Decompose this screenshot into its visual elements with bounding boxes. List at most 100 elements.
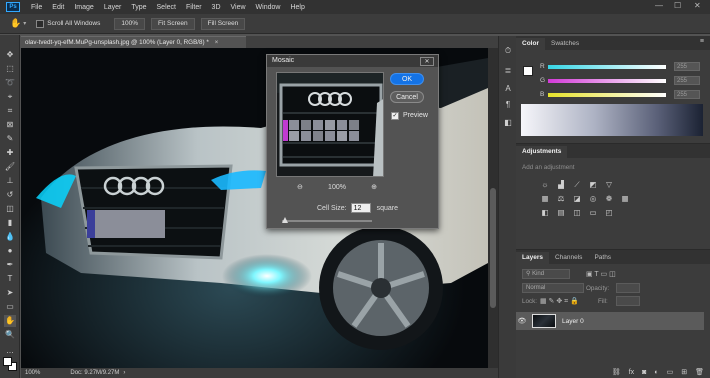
menu-view[interactable]: View [226,4,251,11]
levels-icon[interactable]: ▟ [556,180,566,189]
new-layer-icon[interactable]: ⊞ [681,368,687,376]
zoom-100-button[interactable]: 100% [114,17,145,30]
posterize-icon[interactable]: ▤ [556,208,566,217]
blue-value-field[interactable]: 255 [674,90,700,99]
menu-help[interactable]: Help [285,4,309,11]
black-white-icon[interactable]: ◪ [572,194,582,203]
canvas-vertical-scrollbar[interactable] [488,48,498,368]
filter-preview[interactable] [276,72,384,177]
menu-3d[interactable]: 3D [207,4,226,11]
new-adjustment-icon[interactable]: ◐ [654,369,658,376]
layer-name[interactable]: Layer 0 [562,318,584,325]
crop-tool-icon[interactable]: ⌗ [4,105,16,117]
delete-layer-icon[interactable]: 🗑 [695,368,704,376]
close-icon[interactable]: ✕ [694,1,701,10]
close-tab-icon[interactable]: × [215,39,219,46]
tab-adjustments[interactable]: Adjustments [516,146,568,158]
invert-icon[interactable]: ◧ [540,208,550,217]
blend-mode-select[interactable]: Normal [522,283,584,293]
panel-menu-icon[interactable]: ≡ [700,38,704,45]
type-tool-icon[interactable]: T [4,273,16,285]
brush-tool-icon[interactable]: 🖌 [4,161,16,173]
menu-select[interactable]: Select [152,4,181,11]
foreground-color-swatch[interactable] [3,357,12,366]
path-selection-tool-icon[interactable]: ➤ [4,287,16,299]
shape-tool-icon[interactable]: ▭ [4,301,16,313]
marquee-tool-icon[interactable]: ⬚ [4,63,16,75]
exposure-icon[interactable]: ◩ [588,180,598,189]
selective-color-icon[interactable]: ◰ [604,208,614,217]
minimize-icon[interactable]: — [655,1,663,10]
layer-style-icon[interactable]: fx [629,369,634,376]
layer-kind-filter[interactable]: ⚲ Kind [522,269,570,279]
menu-file[interactable]: File [26,4,47,11]
tab-paths[interactable]: Paths [588,252,617,264]
pen-tool-icon[interactable]: ✒ [4,259,16,271]
scroll-all-windows-checkbox[interactable] [36,19,45,28]
quick-select-tool-icon[interactable]: ⌖ [4,91,16,103]
document-tab[interactable]: olav-tvedt-yq-efM.MuPg-unsplash.jpg @ 10… [21,36,246,48]
threshold-icon[interactable]: ◫ [572,208,582,217]
dialog-close-button[interactable]: ✕ [420,57,434,66]
red-value-field[interactable]: 255 [674,62,700,71]
properties-panel-icon[interactable]: ≣ [503,66,513,76]
blue-slider-track[interactable] [548,92,666,97]
channel-mixer-icon[interactable]: ❁ [604,194,614,203]
menu-image[interactable]: Image [69,4,98,11]
fit-screen-button[interactable]: Fit Screen [150,17,195,30]
visibility-eye-icon[interactable]: 👁 [516,317,528,325]
photo-filter-icon[interactable]: ◎ [588,194,598,203]
color-ramp[interactable] [521,104,703,136]
hand-tool-icon[interactable]: ✋ [4,315,16,327]
lasso-tool-icon[interactable]: ➰ [4,77,16,89]
libraries-panel-icon[interactable]: ◧ [503,118,513,128]
dodge-tool-icon[interactable]: ● [4,245,16,257]
new-group-icon[interactable]: ▭ [667,368,674,376]
layer-row[interactable]: 👁 Layer 0 [516,312,704,330]
clone-stamp-tool-icon[interactable]: ⊥ [4,175,16,187]
edit-toolbar-icon[interactable]: … [4,345,16,357]
cell-size-input[interactable]: 12 [350,203,371,213]
fill-screen-button[interactable]: Fill Screen [200,17,246,30]
color-lookup-icon[interactable]: ▦ [620,194,630,203]
tab-channels[interactable]: Channels [549,252,588,264]
red-slider-track[interactable] [548,64,666,69]
gradient-map-icon[interactable]: ▭ [588,208,598,217]
eraser-tool-icon[interactable]: ◫ [4,203,16,215]
color-balance-icon[interactable]: ⚖ [556,194,566,203]
tool-preset-chevron-icon[interactable]: ▾ [23,20,26,27]
history-brush-tool-icon[interactable]: ↺ [4,189,16,201]
preview-checkbox[interactable]: ✓ [391,112,399,120]
maximize-icon[interactable]: ☐ [674,1,681,10]
vibrance-icon[interactable]: ▽ [604,180,614,189]
lock-icons[interactable]: ▦ ✎ ✥ ⌗ 🔒 [540,297,579,306]
eyedropper-tool-icon[interactable]: ✎ [4,133,16,145]
tab-layers[interactable]: Layers [516,252,549,264]
paragraph-panel-icon[interactable]: ¶ [503,100,513,110]
filter-pixel-icon[interactable]: ▣ T ▭ ◫ [586,270,616,278]
cell-size-slider[interactable] [282,220,372,222]
zoom-tool-icon[interactable]: 🔍 [4,329,16,341]
hue-saturation-icon[interactable]: ▦ [540,194,550,203]
green-slider-track[interactable] [548,78,666,83]
brightness-contrast-icon[interactable]: ☼ [540,180,550,189]
scrollbar-thumb[interactable] [490,188,496,308]
menu-window[interactable]: Window [251,4,286,11]
add-mask-icon[interactable]: ◙ [642,369,646,376]
hand-tool-icon[interactable]: ✋ [10,18,21,29]
menu-filter[interactable]: Filter [181,4,207,11]
zoom-level-readout[interactable]: 100% [25,370,40,376]
gradient-tool-icon[interactable]: ▮ [4,217,16,229]
green-value-field[interactable]: 255 [674,76,700,85]
curves-icon[interactable]: ⟋ [572,180,582,189]
cancel-button[interactable]: Cancel [390,91,424,103]
zoom-out-icon[interactable]: ⊖ [297,183,303,191]
status-chevron-icon[interactable]: › [123,370,125,376]
ok-button[interactable]: OK [390,73,424,85]
tab-color[interactable]: Color [516,38,545,50]
opacity-field[interactable] [616,283,640,293]
frame-tool-icon[interactable]: ⊠ [4,119,16,131]
cell-size-slider-knob[interactable] [282,217,288,223]
blur-tool-icon[interactable]: 💧 [4,231,16,243]
menu-layer[interactable]: Layer [99,4,127,11]
